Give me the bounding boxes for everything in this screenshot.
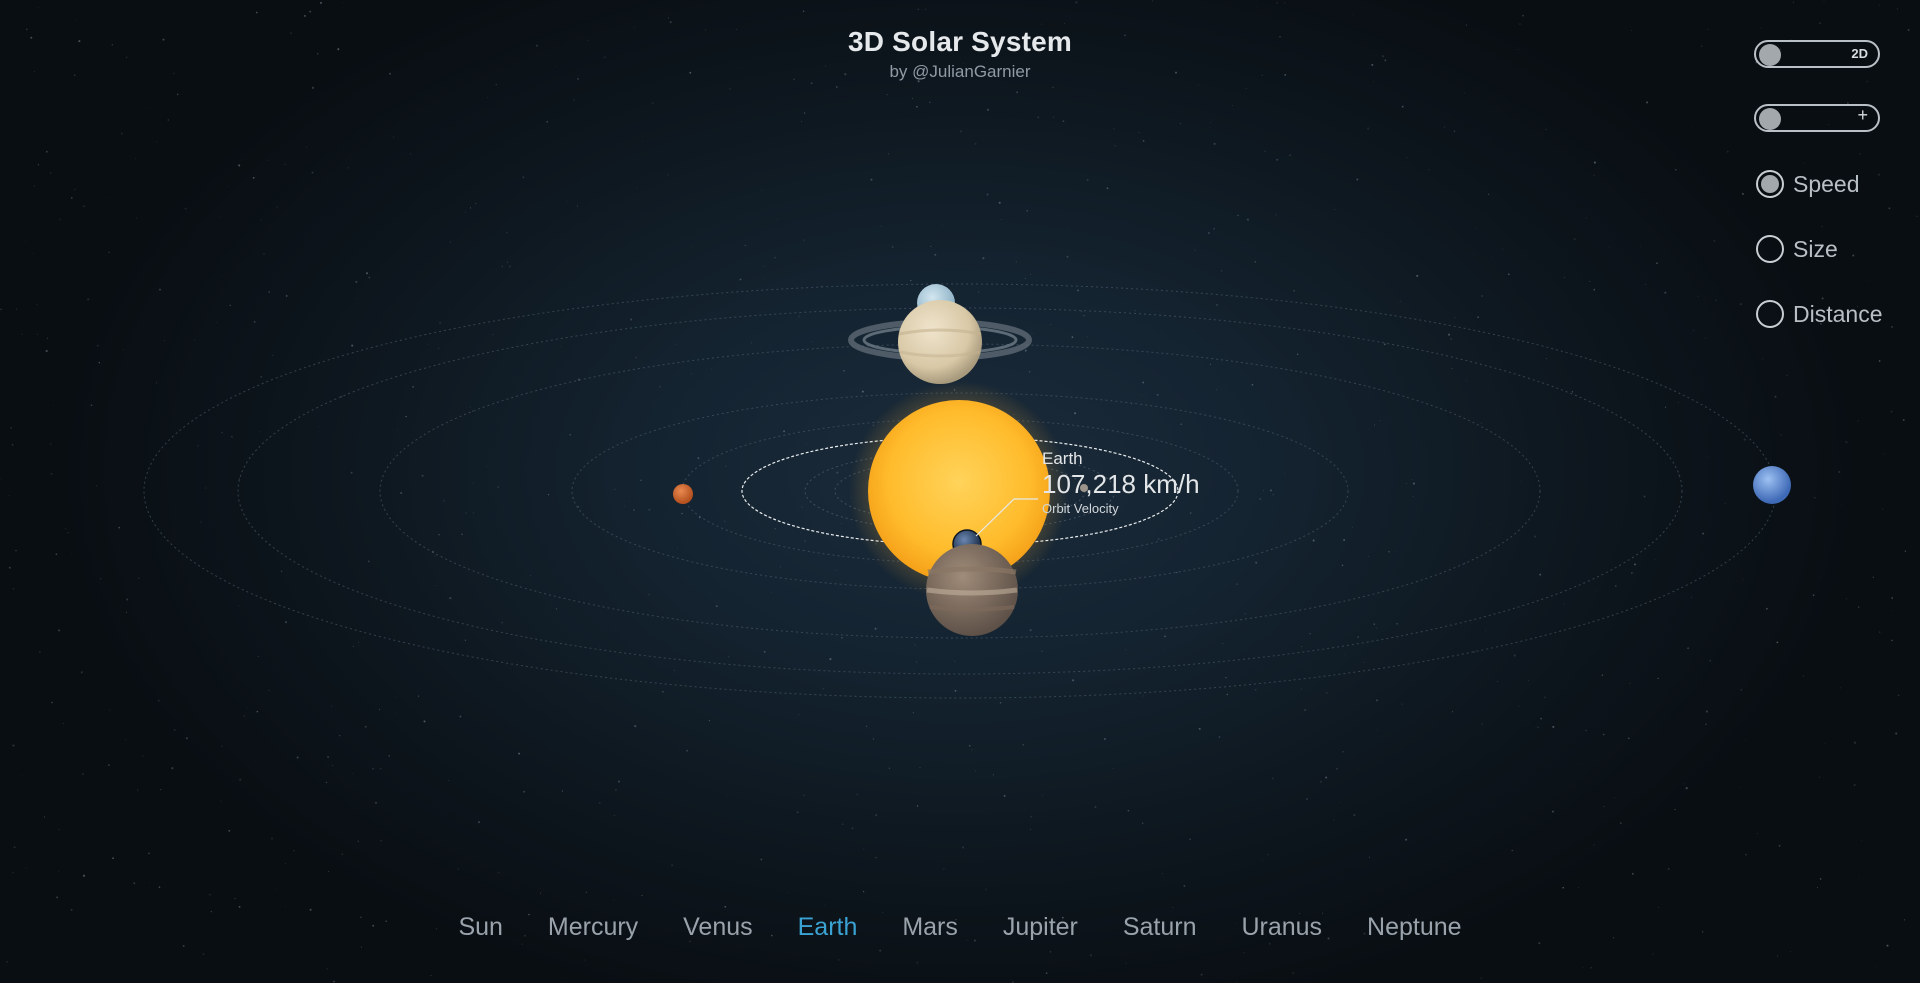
toggle-knob [1759, 44, 1781, 66]
planet-mars[interactable] [673, 484, 693, 504]
nav-item-mars[interactable]: Mars [902, 913, 958, 942]
info-metric-label: Orbit Velocity [1042, 501, 1119, 516]
nav-item-jupiter[interactable]: Jupiter [1003, 913, 1078, 942]
mode-speed-label: Speed [1793, 171, 1860, 197]
nav-item-sun[interactable]: Sun [458, 913, 502, 942]
zoom-toggle[interactable]: + [1754, 104, 1880, 132]
info-velocity-value: 107,218 km/h [1042, 469, 1200, 499]
solar-system-scene [143, 283, 1791, 699]
page-header: 3D Solar System by @JulianGarnier [0, 26, 1920, 82]
toggle-knob [1759, 108, 1781, 130]
planet-neptune[interactable] [1753, 466, 1791, 504]
planet-info-label: Earth 107,218 km/h Orbit Velocity [1042, 449, 1200, 516]
page-title: 3D Solar System [848, 26, 1072, 57]
radio-dot [1756, 170, 1784, 198]
nav-item-saturn[interactable]: Saturn [1123, 913, 1197, 942]
author-byline: by @JulianGarnier [889, 62, 1031, 81]
radio-dot [1756, 235, 1784, 263]
nav-item-neptune[interactable]: Neptune [1367, 913, 1462, 942]
nav-item-mercury[interactable]: Mercury [548, 913, 638, 942]
view-mode-toggle[interactable]: 2D [1754, 40, 1880, 68]
plus-icon: + [1857, 105, 1868, 125]
nav-item-earth[interactable]: Earth [798, 913, 858, 942]
view-mode-label: 2D [1851, 46, 1868, 61]
mode-distance-label: Distance [1793, 301, 1883, 327]
nav-item-venus[interactable]: Venus [683, 913, 753, 942]
solar-system-stage: 3D Solar System by @JulianGarnier 2D + S… [0, 0, 1920, 983]
planet-nav: Sun Mercury Venus Earth Mars Jupiter Sat… [0, 913, 1920, 942]
radio-dot [1756, 300, 1784, 328]
mode-size-label: Size [1793, 236, 1838, 262]
planet-saturn[interactable] [848, 300, 1032, 384]
info-planet-name: Earth [1042, 449, 1083, 468]
planet-jupiter[interactable] [926, 544, 1018, 636]
nav-item-uranus[interactable]: Uranus [1241, 913, 1322, 942]
